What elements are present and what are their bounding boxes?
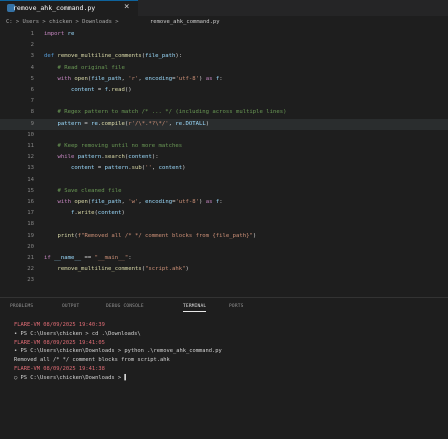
terminal-line: Removed all /* */ comment blocks from sc… bbox=[14, 357, 170, 364]
code-text: with open(file_path, 'r', encoding='utf-… bbox=[57, 75, 223, 82]
code-text: # Read original file bbox=[44, 64, 125, 71]
code-text: if __name__ == "__main__": bbox=[44, 255, 132, 261]
breadcrumb: C: > Users > chicken > Downloads > remov… bbox=[0, 16, 448, 28]
code-text: def remove_multiline_comments(file_path)… bbox=[44, 53, 183, 60]
code-line[interactable]: 18 bbox=[0, 219, 448, 230]
editor-tab[interactable]: remove_ahk_command.py × bbox=[0, 0, 138, 16]
code-line[interactable]: 21 if __name__ == "__main__": bbox=[0, 253, 448, 264]
code-line[interactable]: 11 # Keep removing until no more matches bbox=[0, 141, 448, 152]
code-text: # Keep removing until no more matches bbox=[44, 143, 183, 149]
terminal-line: • PS C:\Users\chicken > cd .\Downloads\ bbox=[14, 330, 141, 337]
line-number: 22 bbox=[27, 266, 34, 273]
line-number: 14 bbox=[27, 176, 34, 183]
code-line[interactable]: 2 bbox=[0, 40, 448, 51]
code-line[interactable]: 6 content = f.read() bbox=[0, 85, 448, 96]
line-number: 17 bbox=[27, 210, 34, 217]
line-number: 9 bbox=[30, 120, 34, 127]
breadcrumb-file[interactable]: remove_ahk_command.py bbox=[150, 19, 220, 25]
terminal-line: • PS C:\Users\chicken\Downloads > python… bbox=[14, 348, 222, 355]
line-number: 20 bbox=[27, 243, 34, 250]
line-number: 5 bbox=[30, 75, 34, 82]
code-line[interactable]: 3 def remove_multiline_comments(file_path… bbox=[0, 51, 448, 62]
code-text: remove_multiline_comments("script.ahk") bbox=[57, 266, 189, 273]
code-line[interactable]: 17 f.write(content) bbox=[0, 208, 448, 219]
tab-terminal[interactable]: TERMINAL bbox=[183, 304, 207, 312]
line-number: 4 bbox=[30, 64, 34, 71]
line-number: 18 bbox=[27, 221, 34, 228]
line-number: 6 bbox=[30, 87, 34, 93]
code-text: while pattern.search(content): bbox=[57, 154, 159, 161]
status-bar bbox=[0, 432, 448, 438]
line-number: 2 bbox=[30, 42, 34, 49]
code-line[interactable]: 15 # Save cleaned file bbox=[0, 186, 448, 197]
code-line[interactable]: 8 # Regex pattern to match /* ... */ (in… bbox=[0, 107, 448, 118]
code-text: pattern = re.compile(r'/\*.*?\*/', re.DO… bbox=[57, 120, 210, 127]
terminal-line: FLARE-VM 08/09/2025 19:40:39 bbox=[14, 322, 105, 328]
line-number: 13 bbox=[27, 165, 34, 172]
code-line[interactable]: 22 remove_multiline_comments("script.ahk… bbox=[0, 264, 448, 275]
code-line[interactable]: 7 bbox=[0, 96, 448, 107]
code-line[interactable]: 5 with open(file_path, 'r', encoding='ut… bbox=[0, 74, 448, 85]
line-number: 12 bbox=[27, 154, 34, 161]
code-line[interactable]: 9 pattern = re.compile(r'/\*.*?\*/', re.… bbox=[0, 118, 448, 130]
code-line[interactable]: 1 import re bbox=[0, 29, 448, 40]
breadcrumb-path[interactable]: C: > Users > chicken > Downloads > bbox=[6, 19, 119, 25]
code-line[interactable]: 13 content = pattern.sub('', content) bbox=[0, 163, 448, 174]
code-text: # Save cleaned file bbox=[44, 187, 122, 194]
line-number: 10 bbox=[27, 131, 34, 138]
tab-ports[interactable]: PORTS bbox=[229, 304, 244, 309]
code-line[interactable]: 10 bbox=[0, 130, 448, 141]
code-line[interactable]: 4 # Read original file bbox=[0, 63, 448, 74]
code-line[interactable]: 23 bbox=[0, 275, 448, 286]
terminal-line: ○ PS C:\Users\chicken\Downloads > ▌ bbox=[14, 374, 128, 381]
code-editor[interactable]: 1 import re 2 3 def remove_multiline_comment… bbox=[0, 29, 448, 291]
line-number: 11 bbox=[27, 143, 34, 149]
line-number: 7 bbox=[30, 98, 34, 105]
close-icon[interactable]: × bbox=[124, 2, 129, 12]
tab-problems[interactable]: PROBLEMS bbox=[10, 304, 33, 309]
bottom-panel: PROBLEMS OUTPUT DEBUG CONSOLE TERMINAL P… bbox=[0, 297, 448, 439]
code-line[interactable]: 19 print(f"Removed all /* */ comment blo… bbox=[0, 231, 448, 242]
tab-debug-console[interactable]: DEBUG CONSOLE bbox=[106, 304, 144, 309]
code-text: with open(file_path, 'w', encoding='utf-… bbox=[57, 199, 223, 205]
code-line[interactable]: 20 bbox=[0, 242, 448, 253]
code-text: # Regex pattern to match /* ... */ (incl… bbox=[44, 109, 287, 116]
code-line[interactable]: 12 while pattern.search(content): bbox=[0, 152, 448, 163]
line-number: 21 bbox=[27, 255, 34, 261]
line-number: 1 bbox=[30, 31, 34, 37]
tab-output[interactable]: OUTPUT bbox=[62, 304, 79, 309]
code-line[interactable]: 14 bbox=[0, 175, 448, 186]
line-number: 3 bbox=[30, 53, 34, 60]
terminal-line: FLARE-VM 08/09/2025 19:41:38 bbox=[14, 366, 105, 372]
code-text: import re bbox=[44, 31, 75, 37]
line-number: 23 bbox=[27, 277, 34, 284]
code-text: f.write(content) bbox=[70, 210, 125, 217]
tab-label: remove_ahk_command.py bbox=[13, 4, 96, 12]
terminal-line: FLARE-VM 08/09/2025 19:41:05 bbox=[14, 339, 105, 346]
code-text: print(f"Removed all /* */ comment blocks… bbox=[57, 232, 257, 239]
code-text: content = pattern.sub('', content) bbox=[70, 165, 186, 172]
code-text: content = f.read() bbox=[70, 87, 132, 93]
line-number: 16 bbox=[27, 199, 34, 205]
tab-bar: remove_ahk_command.py × bbox=[0, 0, 448, 16]
code-line[interactable]: 16 with open(file_path, 'w', encoding='u… bbox=[0, 197, 448, 208]
line-number: 15 bbox=[27, 187, 34, 194]
line-number: 19 bbox=[27, 232, 34, 239]
line-number: 8 bbox=[30, 109, 34, 116]
